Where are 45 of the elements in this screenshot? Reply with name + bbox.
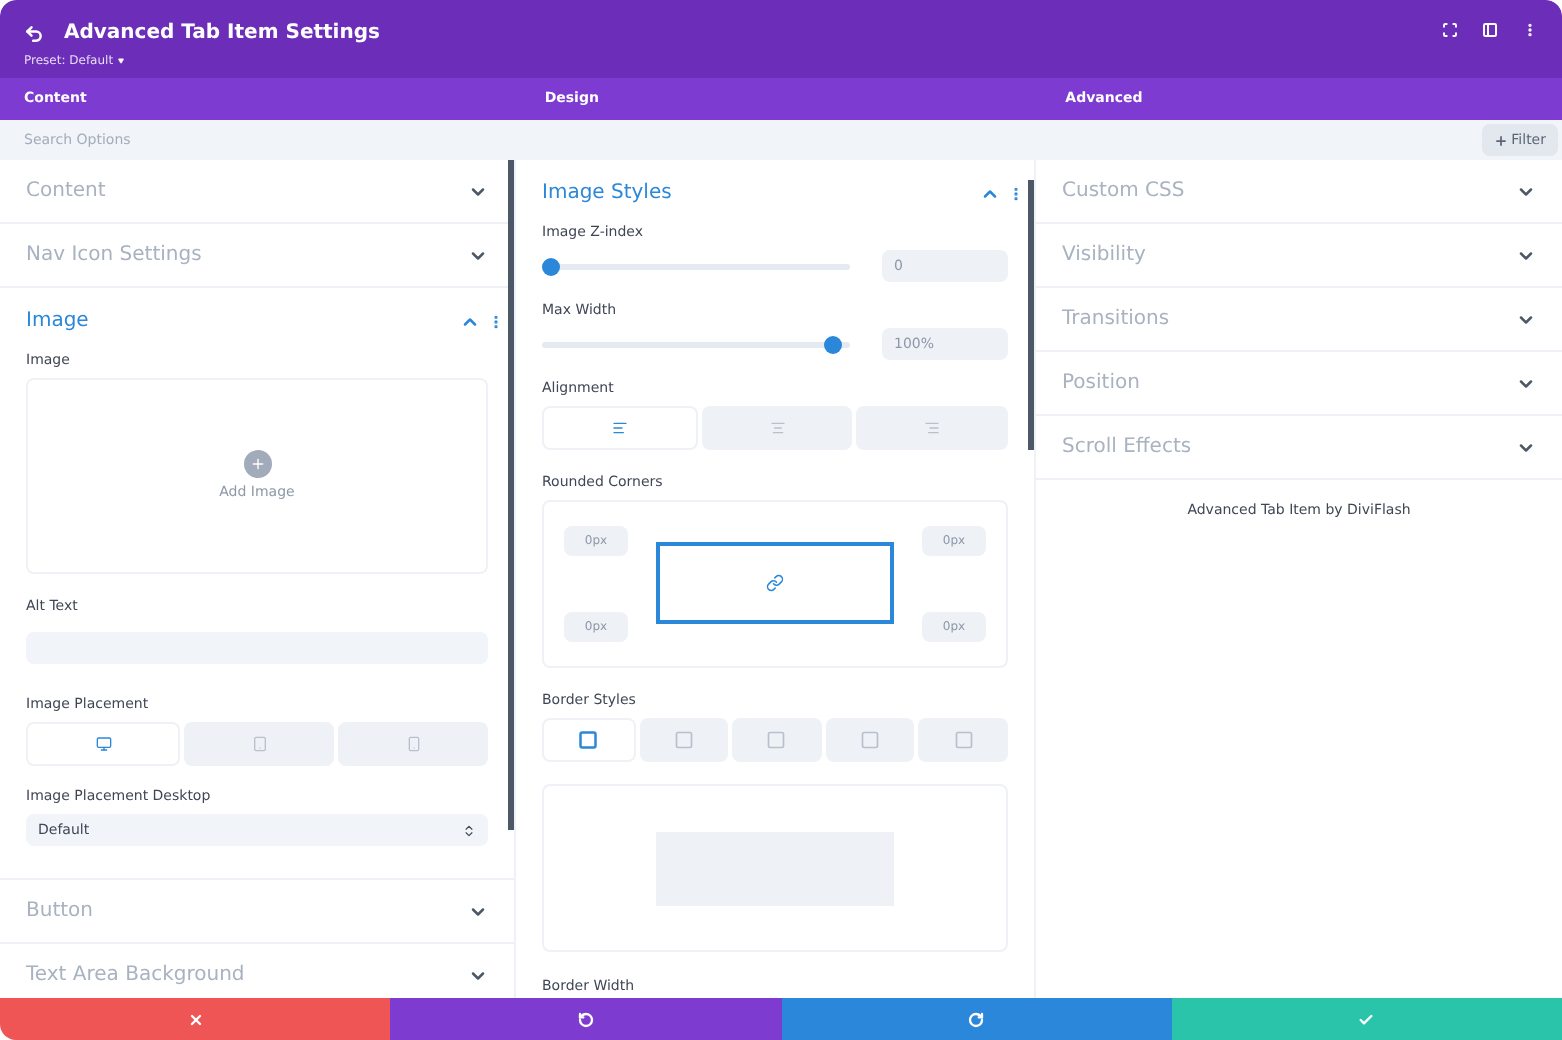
chevron-up-icon[interactable] — [980, 184, 1000, 204]
section-title[interactable]: Scroll Effects — [1062, 435, 1192, 459]
align-icon — [924, 420, 941, 436]
border-style-icon — [766, 730, 787, 750]
close-icon — [187, 1011, 204, 1027]
more-icon[interactable] — [488, 314, 504, 330]
section-title[interactable]: Custom CSS — [1062, 179, 1185, 203]
sort-icon — [462, 823, 476, 837]
caret-icon — [117, 58, 124, 64]
section-title[interactable]: Image — [26, 310, 89, 334]
more-icon[interactable] — [1008, 186, 1024, 202]
monitor-icon — [95, 736, 111, 752]
plus-icon — [243, 449, 271, 478]
panel-icon[interactable] — [1482, 22, 1498, 38]
align-icon — [769, 420, 785, 436]
tablet-icon — [251, 736, 267, 752]
border-style-icon — [578, 730, 599, 750]
check-icon — [1358, 1011, 1375, 1027]
scrollbar[interactable] — [508, 160, 514, 830]
redo-icon — [968, 1011, 985, 1027]
section-title[interactable]: Content — [26, 179, 106, 203]
section-title[interactable]: Button — [26, 899, 93, 923]
border-style-icon — [860, 730, 881, 750]
window-title: Advanced Tab Item Settings — [64, 20, 380, 48]
slider-thumb[interactable] — [542, 257, 560, 275]
section-title[interactable]: Image Styles — [542, 182, 672, 206]
section-title[interactable]: Visibility — [1062, 243, 1146, 267]
chevron-up-icon[interactable] — [460, 312, 480, 332]
section-title[interactable]: Position — [1062, 371, 1140, 395]
border-style-icon — [953, 730, 974, 750]
scrollbar[interactable] — [1028, 180, 1034, 450]
section-title[interactable]: Nav Icon Settings — [26, 243, 202, 267]
plus-icon — [1493, 133, 1508, 147]
link-icon[interactable] — [766, 574, 784, 592]
section-title[interactable]: Text Area Background — [26, 963, 245, 987]
slider-thumb[interactable] — [823, 335, 842, 353]
border-style-icon — [673, 730, 694, 750]
back-icon[interactable] — [24, 23, 44, 43]
more-icon[interactable] — [1522, 22, 1538, 38]
section-title[interactable]: Transitions — [1062, 307, 1170, 331]
undo-icon — [577, 1011, 594, 1027]
option-button[interactable] — [542, 718, 636, 762]
phone-icon — [405, 736, 421, 752]
align-icon — [611, 420, 628, 436]
focus-icon[interactable] — [1442, 22, 1458, 38]
